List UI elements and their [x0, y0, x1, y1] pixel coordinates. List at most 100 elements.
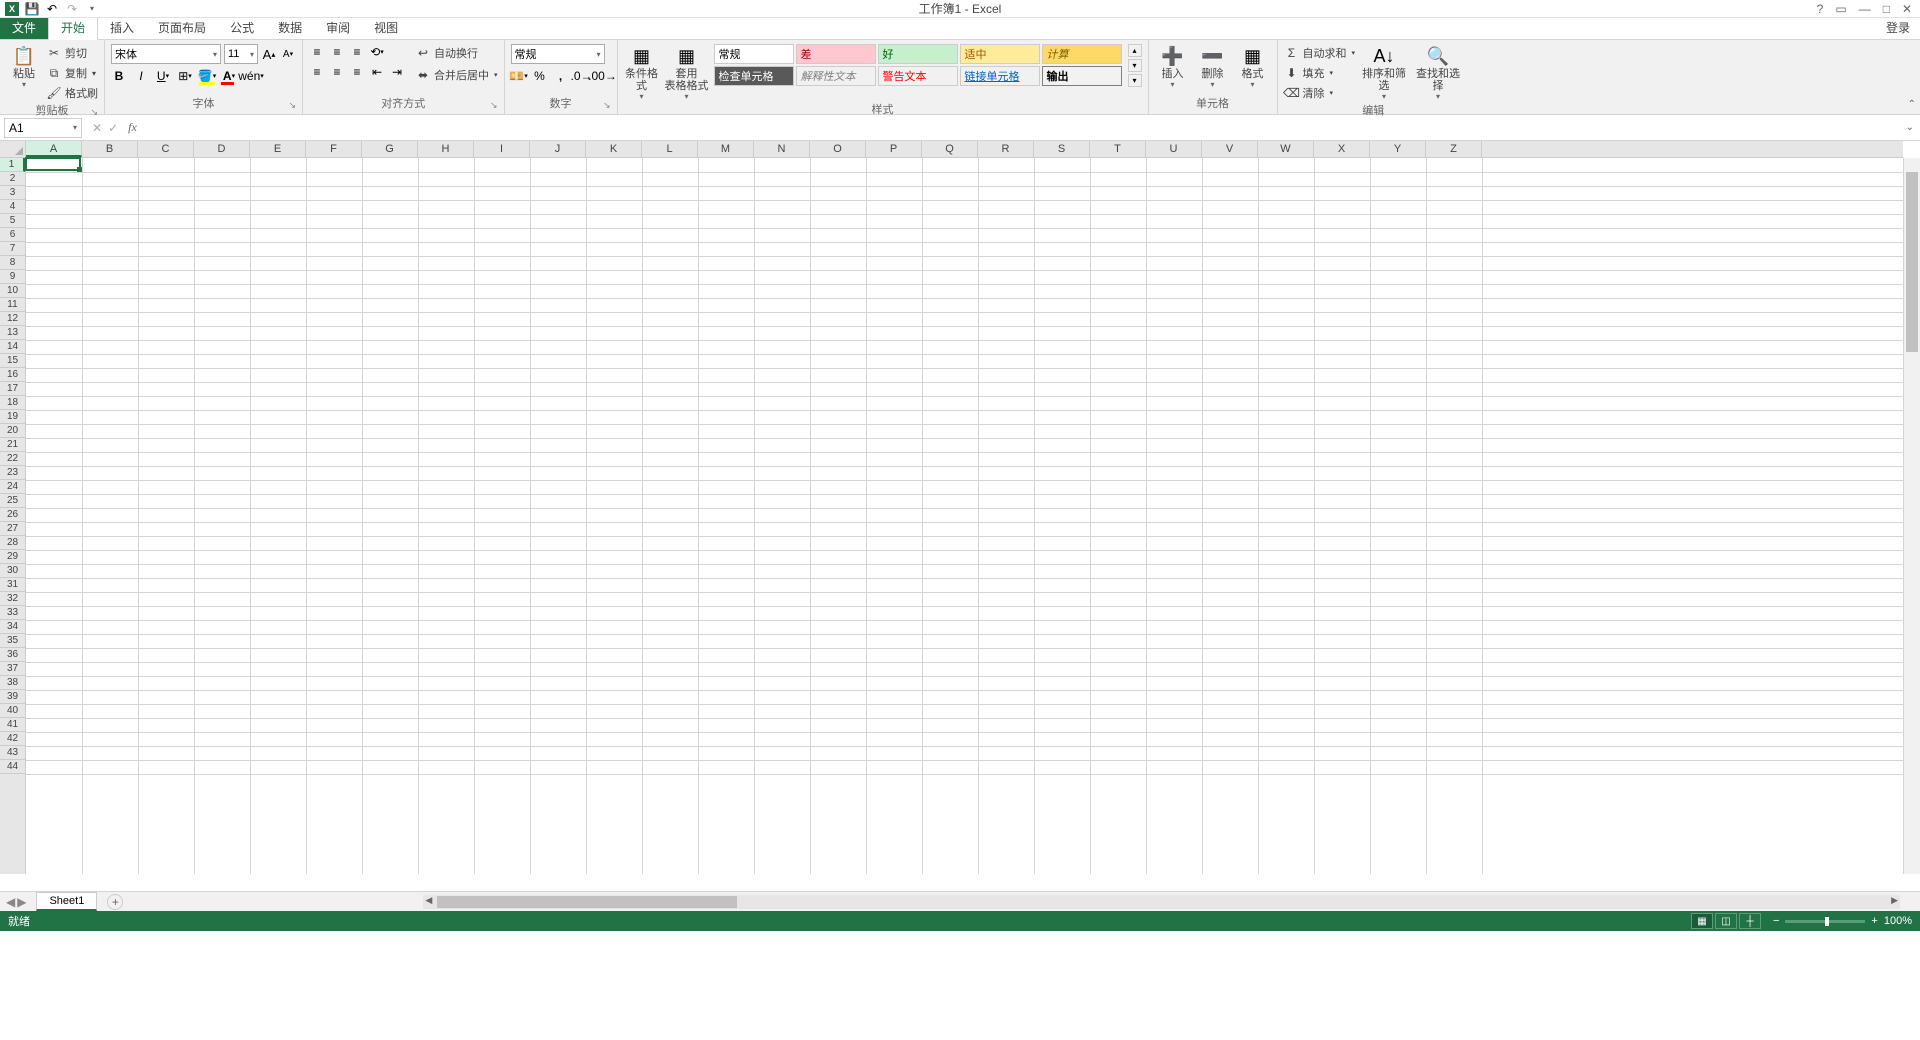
col-header[interactable]: M: [698, 141, 754, 157]
align-bottom-icon[interactable]: ≡: [349, 44, 365, 60]
gallery-up-icon[interactable]: ▴: [1128, 44, 1142, 57]
row-header[interactable]: 30: [0, 564, 25, 578]
row-header[interactable]: 43: [0, 746, 25, 760]
orientation-icon[interactable]: ⟲▾: [369, 44, 385, 60]
row-header[interactable]: 44: [0, 760, 25, 774]
row-header[interactable]: 22: [0, 452, 25, 466]
col-header[interactable]: K: [586, 141, 642, 157]
sheet-nav-prev-icon[interactable]: ◀: [6, 895, 15, 909]
col-header[interactable]: U: [1146, 141, 1202, 157]
sheet-tab[interactable]: Sheet1: [36, 892, 97, 911]
gallery-down-icon[interactable]: ▾: [1128, 59, 1142, 72]
row-header[interactable]: 23: [0, 466, 25, 480]
gallery-more-icon[interactable]: ▾: [1128, 74, 1142, 87]
style-cell[interactable]: 适中: [960, 44, 1040, 64]
align-middle-icon[interactable]: ≡: [329, 44, 345, 60]
close-icon[interactable]: ✕: [1902, 2, 1912, 16]
collapse-ribbon-icon[interactable]: ⌃: [1908, 99, 1916, 110]
cell-area[interactable]: [26, 158, 1903, 874]
find-select-button[interactable]: 🔍查找和选择▾: [1413, 44, 1463, 101]
col-header[interactable]: S: [1034, 141, 1090, 157]
tab-视图[interactable]: 视图: [362, 16, 410, 39]
row-header[interactable]: 15: [0, 354, 25, 368]
style-cell[interactable]: 计算: [1042, 44, 1122, 64]
row-header[interactable]: 19: [0, 410, 25, 424]
tab-页面布局[interactable]: 页面布局: [146, 16, 218, 39]
row-header[interactable]: 16: [0, 368, 25, 382]
row-header[interactable]: 42: [0, 732, 25, 746]
shrink-font-icon[interactable]: A▾: [280, 46, 296, 62]
col-header[interactable]: N: [754, 141, 810, 157]
col-header[interactable]: A: [26, 141, 82, 157]
col-header[interactable]: C: [138, 141, 194, 157]
align-top-icon[interactable]: ≡: [309, 44, 325, 60]
cut-button[interactable]: ✂剪切: [46, 44, 98, 62]
style-cell[interactable]: 差: [796, 44, 876, 64]
row-header[interactable]: 18: [0, 396, 25, 410]
format-painter-button[interactable]: 🖌格式刷: [46, 84, 98, 102]
row-header[interactable]: 39: [0, 690, 25, 704]
sort-filter-button[interactable]: A↓排序和筛选▾: [1359, 44, 1409, 101]
col-header[interactable]: Q: [922, 141, 978, 157]
number-launcher-icon[interactable]: ↘: [603, 100, 611, 111]
row-header[interactable]: 24: [0, 480, 25, 494]
font-name-combo[interactable]: 宋体▾: [111, 44, 221, 64]
col-header[interactable]: X: [1314, 141, 1370, 157]
row-header[interactable]: 21: [0, 438, 25, 452]
zoom-slider[interactable]: [1785, 920, 1865, 923]
grow-font-icon[interactable]: A▴: [261, 46, 277, 62]
col-header[interactable]: T: [1090, 141, 1146, 157]
view-break-button[interactable]: ┼: [1739, 913, 1761, 929]
zoom-value[interactable]: 100%: [1884, 915, 1912, 927]
row-header[interactable]: 13: [0, 326, 25, 340]
minimize-icon[interactable]: —: [1859, 2, 1871, 16]
comma-button[interactable]: ,: [553, 68, 569, 84]
font-color-button[interactable]: A▾: [221, 68, 237, 84]
style-cell[interactable]: 警告文本: [878, 66, 958, 86]
dec-decimal-icon[interactable]: .00→: [595, 68, 611, 84]
name-box[interactable]: A1▾: [4, 118, 82, 138]
row-header[interactable]: 6: [0, 228, 25, 242]
row-header[interactable]: 29: [0, 550, 25, 564]
redo-icon[interactable]: ↷: [64, 1, 80, 17]
row-header[interactable]: 41: [0, 718, 25, 732]
font-size-combo[interactable]: 11▾: [224, 44, 258, 64]
style-cell[interactable]: 好: [878, 44, 958, 64]
clear-button[interactable]: ⌫清除▾: [1284, 84, 1356, 102]
number-format-combo[interactable]: 常规▾: [511, 44, 605, 64]
underline-button[interactable]: U▾: [155, 68, 171, 84]
expand-formula-icon[interactable]: ⌄: [1900, 122, 1920, 133]
sheet-nav-next-icon[interactable]: ▶: [17, 895, 26, 909]
col-header[interactable]: D: [194, 141, 250, 157]
help-icon[interactable]: ?: [1817, 2, 1824, 16]
style-cell[interactable]: 常规: [714, 44, 794, 64]
align-left-icon[interactable]: ≡: [309, 64, 325, 80]
view-layout-button[interactable]: ◫: [1715, 913, 1737, 929]
phonetic-button[interactable]: wén▾: [243, 68, 259, 84]
col-header[interactable]: I: [474, 141, 530, 157]
indent-dec-icon[interactable]: ⇤: [369, 64, 385, 80]
cond-format-button[interactable]: ▦ 条件格式 ▾: [624, 44, 660, 101]
col-header[interactable]: V: [1202, 141, 1258, 157]
border-button[interactable]: ⊞▾: [177, 68, 193, 84]
cell-styles-gallery[interactable]: 常规差好适中计算检查单元格解释性文本警告文本链接单元格输出: [714, 44, 1122, 86]
cancel-formula-icon[interactable]: ✕: [92, 121, 102, 135]
col-header[interactable]: G: [362, 141, 418, 157]
bold-button[interactable]: B: [111, 68, 127, 84]
enter-formula-icon[interactable]: ✓: [108, 121, 118, 135]
add-sheet-button[interactable]: +: [107, 894, 123, 910]
col-header[interactable]: B: [82, 141, 138, 157]
select-all-button[interactable]: [0, 141, 26, 158]
tab-开始[interactable]: 开始: [48, 15, 98, 40]
col-header[interactable]: E: [250, 141, 306, 157]
col-header[interactable]: P: [866, 141, 922, 157]
tab-数据[interactable]: 数据: [266, 16, 314, 39]
col-header[interactable]: F: [306, 141, 362, 157]
row-header[interactable]: 27: [0, 522, 25, 536]
login-link[interactable]: 登录: [1876, 16, 1920, 39]
format-cells-button[interactable]: ▦格式▾: [1235, 44, 1271, 89]
paste-button[interactable]: 📋 粘贴 ▾: [6, 44, 42, 89]
row-header[interactable]: 25: [0, 494, 25, 508]
row-header[interactable]: 38: [0, 676, 25, 690]
row-header[interactable]: 7: [0, 242, 25, 256]
